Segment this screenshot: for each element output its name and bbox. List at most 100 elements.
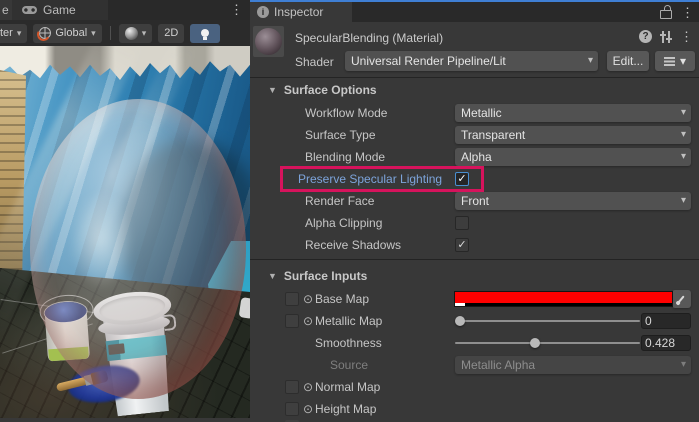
section-divider	[250, 259, 699, 260]
receive-shadows-label: Receive Shadows	[305, 238, 401, 252]
workflow-mode-dropdown[interactable]: Metallic ▾	[455, 104, 691, 122]
orientation-button[interactable]: Global ▾	[33, 24, 101, 43]
metallic-slider-knob[interactable]	[455, 316, 465, 326]
left-tab-bar: e Game ⋮	[0, 0, 250, 20]
workflow-mode-row: Workflow Mode Metallic ▾	[250, 102, 699, 124]
alpha-strip-fill	[455, 303, 465, 306]
shader-label: Shader	[295, 55, 334, 69]
source-value: Metallic Alpha	[461, 358, 535, 372]
surface-type-value: Transparent	[461, 128, 525, 142]
normal-map-row: ⊙ Normal Map	[250, 376, 699, 398]
chevron-down-icon: ▾	[681, 129, 686, 140]
chevron-down-icon: ▾	[681, 195, 686, 206]
render-face-value: Front	[461, 194, 489, 208]
surface-options-header[interactable]: ▼ Surface Options	[250, 78, 699, 102]
workflow-mode-value: Metallic	[461, 106, 502, 120]
tab-game[interactable]: Game	[12, 0, 108, 20]
base-map-texture-slot[interactable]	[285, 292, 299, 306]
metallic-map-row: ⊙ Metallic Map 0	[250, 310, 699, 332]
info-icon: i	[257, 6, 269, 18]
workflow-mode-label: Workflow Mode	[305, 106, 387, 120]
surface-inputs-header[interactable]: ▼ Surface Inputs	[250, 264, 699, 288]
inspector-tab-bar: i Inspector ⋮	[250, 2, 699, 22]
base-map-color-swatch[interactable]	[455, 292, 672, 306]
shader-dropdown[interactable]: Universal Render Pipeline/Lit ▾	[345, 51, 598, 71]
help-icon[interactable]: ?	[639, 30, 652, 43]
blending-mode-row: Blending Mode Alpha ▾	[250, 146, 699, 168]
object-picker-icon[interactable]: ⊙	[303, 402, 313, 416]
smoothness-slider-knob[interactable]	[530, 338, 540, 348]
tab-inspector[interactable]: i Inspector	[250, 2, 352, 22]
inspector-panel: i Inspector ⋮ SpecularBlending (Material…	[250, 0, 699, 418]
normal-map-label: Normal Map	[315, 380, 380, 394]
smoothness-row: Smoothness 0.428	[250, 332, 699, 354]
2d-toggle-button[interactable]: 2D	[158, 24, 184, 43]
height-map-texture-slot[interactable]	[285, 402, 299, 416]
scene-lighting-toggle-button[interactable]	[190, 24, 220, 43]
eyedropper-icon	[678, 295, 685, 303]
blending-mode-label: Blending Mode	[305, 150, 385, 164]
chevron-down-icon: ▾	[91, 28, 96, 39]
scene-toolbar: ter ▾ Global ▾ ▾ 2D	[0, 20, 250, 46]
object-picker-icon[interactable]: ⊙	[303, 380, 313, 394]
shader-menu-button[interactable]: ▾	[655, 51, 695, 71]
background-object	[239, 297, 250, 319]
preserve-specular-label: Preserve Specular Lighting	[298, 172, 442, 186]
metallic-value-field[interactable]: 0	[641, 313, 691, 329]
source-dropdown: Metallic Alpha ▾	[455, 356, 691, 374]
object-picker-icon[interactable]: ⊙	[303, 314, 313, 328]
foldout-icon: ▼	[268, 85, 277, 95]
source-label: Source	[330, 358, 368, 372]
eyedropper-button[interactable]	[672, 290, 692, 308]
surface-options-title: Surface Options	[284, 83, 377, 97]
lock-icon[interactable]	[660, 10, 672, 19]
alpha-clipping-checkbox[interactable]	[455, 216, 469, 230]
chevron-down-icon: ▾	[681, 151, 686, 162]
shader-edit-button[interactable]: Edit...	[607, 51, 649, 71]
blending-mode-dropdown[interactable]: Alpha ▾	[455, 148, 691, 166]
shader-value: Universal Render Pipeline/Lit	[351, 54, 506, 68]
inspector-menu-icon[interactable]: ⋮	[681, 6, 694, 19]
alpha-clipping-row: Alpha Clipping	[250, 212, 699, 234]
preserve-specular-checkbox[interactable]: ✓	[455, 172, 469, 186]
surface-type-row: Surface Type Transparent ▾	[250, 124, 699, 146]
transparent-sphere	[30, 99, 246, 399]
pivot-mode-label: ter	[0, 27, 13, 39]
chevron-down-icon: ▾	[680, 54, 686, 68]
normal-map-texture-slot[interactable]	[285, 380, 299, 394]
smoothness-slider[interactable]	[455, 342, 640, 344]
chevron-down-icon: ▾	[142, 28, 147, 39]
tab-scene-partial[interactable]: e	[0, 0, 12, 20]
metallic-map-texture-slot[interactable]	[285, 314, 299, 328]
render-face-row: Render Face Front ▾	[250, 190, 699, 212]
foldout-icon: ▼	[268, 271, 277, 281]
chevron-down-icon: ▾	[588, 55, 593, 66]
receive-shadows-checkbox[interactable]: ✓	[455, 238, 469, 252]
tab-game-label: Game	[43, 3, 76, 17]
material-preview-thumbnail[interactable]	[253, 26, 284, 57]
draw-mode-button[interactable]: ▾	[119, 24, 153, 43]
preserve-specular-row: Preserve Specular Lighting ✓	[250, 168, 699, 190]
toolbar-divider	[110, 26, 111, 40]
pivot-mode-button[interactable]: ter ▾	[0, 24, 27, 43]
smoothness-value-field[interactable]: 0.428	[641, 335, 691, 351]
base-map-row: ⊙ Base Map	[250, 288, 699, 310]
object-picker-icon[interactable]: ⊙	[303, 292, 313, 306]
list-icon	[664, 57, 675, 66]
left-panel-menu-icon[interactable]: ⋮	[230, 3, 243, 16]
chevron-down-icon: ▾	[681, 359, 686, 370]
material-header: SpecularBlending (Material) ? ⋮ Shader U…	[250, 22, 699, 78]
render-face-dropdown[interactable]: Front ▾	[455, 192, 691, 210]
chevron-down-icon: ▾	[681, 107, 686, 118]
game-view-panel: e Game ⋮ ter ▾ Global ▾ ▾ 2D	[0, 0, 250, 418]
presets-icon[interactable]	[660, 31, 672, 43]
metallic-slider[interactable]	[455, 320, 640, 322]
surface-type-dropdown[interactable]: Transparent ▾	[455, 126, 691, 144]
surface-inputs-title: Surface Inputs	[284, 269, 367, 283]
scene-viewport[interactable]	[0, 46, 250, 418]
gamepad-icon	[22, 6, 37, 14]
shaded-sphere-icon	[125, 27, 138, 40]
height-map-row: ⊙ Height Map	[250, 398, 699, 420]
render-face-label: Render Face	[305, 194, 374, 208]
material-menu-icon[interactable]: ⋮	[680, 30, 693, 43]
